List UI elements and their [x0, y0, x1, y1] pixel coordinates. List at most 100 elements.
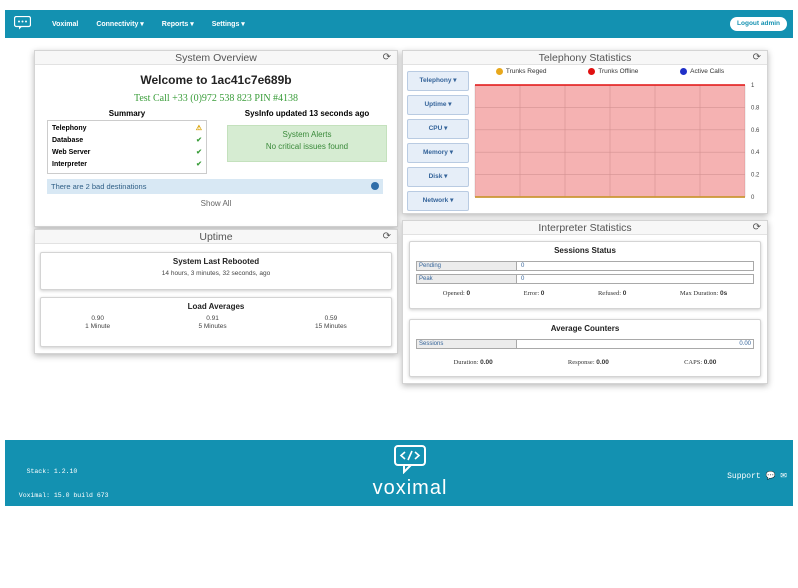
refresh-icon[interactable]: ⟳ — [753, 221, 761, 235]
stat-item: Duration: 0.00 — [454, 359, 493, 366]
summary-list: Telephony ⚠ Database ✔ Web Server ✔ Interpr… — [47, 120, 207, 174]
stat-value: 0 — [540, 290, 545, 297]
nav-settings[interactable]: Settings ▾ — [212, 20, 245, 28]
version-line: FreePBX: 12.0.76.4 — [11, 540, 90, 547]
voximal-logo-icon[interactable] — [14, 16, 31, 30]
chat-icon[interactable]: 💬 — [766, 472, 776, 481]
last-rebooted-box: System Last Rebooted 14 hours, 3 minutes… — [40, 252, 392, 290]
load-average-item: 0.59 15 Minutes — [315, 315, 347, 331]
refresh-icon[interactable]: ⟳ — [753, 51, 761, 65]
welcome-heading: Welcome to 1ac41c7e689b — [140, 73, 292, 87]
stat-value: 0.00 — [596, 359, 609, 366]
legend-label: Trunks Reged — [505, 68, 547, 76]
panel-title: Interpreter Statistics — [538, 222, 632, 234]
uptime-button[interactable]: Uptime ▾ — [407, 95, 469, 115]
logout-button[interactable]: Logout admin — [730, 17, 787, 31]
nav-connectivity[interactable]: Connectivity ▾ — [96, 20, 143, 28]
stat-label: Max Duration: — [679, 290, 719, 297]
support-link[interactable]: Support 💬 ✉ — [727, 471, 787, 481]
mail-icon[interactable]: ✉ — [780, 472, 787, 481]
peak-bar: Peak 0 — [416, 274, 754, 284]
load-value: 0.91 — [206, 315, 219, 322]
stat-value: 0s — [719, 290, 728, 297]
y-tick-label: 0.6 — [751, 128, 760, 134]
nav-reports[interactable]: Reports ▾ — [162, 20, 194, 28]
panel-title: Uptime — [199, 231, 233, 243]
stat-label: Opened: — [442, 290, 465, 297]
bar-value: 0 — [521, 276, 525, 282]
panel-header: Interpreter Statistics ⟳ — [403, 221, 767, 235]
cpu-button[interactable]: CPU ▾ — [407, 119, 469, 139]
uptime-panel: Uptime ⟳ System Last Rebooted 14 hours, … — [34, 229, 398, 354]
panel-header: Telephony Statistics ⟳ — [403, 51, 767, 65]
summary-title: Summary — [108, 109, 146, 118]
stat-label: Response: — [567, 359, 595, 366]
stat-label: Refused: — [597, 290, 622, 297]
y-tick-label: 0.2 — [751, 173, 760, 179]
top-navbar: Voximal Connectivity ▾ Reports ▾ Setting… — [5, 10, 793, 38]
telephony-button[interactable]: Telephony ▾ — [407, 71, 469, 91]
system-alerts-box: System Alerts No critical issues found — [227, 125, 387, 162]
summary-item-label: Database — [52, 137, 84, 144]
y-tick-label: 0 — [751, 195, 755, 201]
summary-item-label: Interpreter — [52, 161, 88, 168]
stat-value: 0 — [466, 290, 471, 297]
legend-dot-icon — [588, 68, 596, 75]
bad-destinations-alert[interactable]: There are 2 bad destinations — [47, 179, 383, 194]
panel-header: System Overview ⟳ — [35, 51, 397, 65]
summary-row: Database ✔ — [52, 135, 202, 147]
y-tick-label: 0.8 — [751, 105, 760, 111]
version-line: Date: 18 Jun 07:06:16 — [11, 564, 113, 571]
load-label: 1 Minute — [85, 323, 111, 330]
disk-button[interactable]: Disk ▾ — [407, 167, 469, 187]
load-averages-title: Load Averages — [187, 302, 245, 311]
check-icon: ✔ — [196, 161, 202, 168]
brand-wordmark: voximal — [372, 477, 448, 499]
sysinfo-section: SysInfo updated 13 seconds ago System Al… — [227, 109, 387, 162]
telephony-statistics-panel: Telephony Statistics ⟳ Telephony ▾ Uptim… — [402, 50, 768, 214]
bar-label: Pending — [417, 262, 517, 270]
sessions-status-box: Sessions Status Pending 0 Peak 0 Opened:… — [409, 241, 761, 309]
network-button[interactable]: Network ▾ — [407, 191, 469, 211]
stat-label: CAPS: — [684, 359, 703, 366]
bar-value: 0.00 — [739, 341, 751, 347]
bad-destinations-text: There are 2 bad destinations — [51, 182, 147, 191]
footer: Stack: 1.2.10 Voximal: 15.0 build 673 As… — [5, 440, 793, 571]
average-stats: Duration: 0.00 Response: 0.00 CAPS: 0.00 — [416, 359, 754, 366]
refresh-icon[interactable]: ⟳ — [383, 230, 391, 244]
version-line: Stack: 1.2.10 — [11, 468, 78, 475]
info-icon[interactable] — [371, 182, 379, 190]
panel-title: Telephony Statistics — [538, 52, 632, 64]
alerts-text: No critical issues found — [265, 142, 349, 151]
stat-item: Opened: 0 — [443, 290, 470, 297]
legend-item: Trunks Offline — [588, 68, 638, 75]
chart-legend: Trunks Reged Trunks Offline Active Calls — [475, 68, 745, 75]
stat-item: Response: 0.00 — [568, 359, 609, 366]
y-tick-label: 1 — [751, 83, 755, 89]
support-label: Support — [727, 472, 761, 481]
legend-item: Trunks Reged — [495, 68, 547, 76]
stat-value: 0.00 — [703, 359, 717, 366]
stat-item: Error: 0 — [524, 290, 545, 297]
telephony-chart: 1 0.8 0.6 0.4 0.2 0 — [474, 83, 760, 201]
load-averages-list: 0.90 1 Minute 0.91 5 Minutes 0.59 15 Minute… — [41, 315, 391, 331]
stat-value: 0.00 — [480, 359, 493, 366]
stats-selector: Telephony ▾ Uptime ▾ CPU ▾ Memory ▾ Disk… — [407, 71, 469, 215]
code-bubble-icon — [394, 445, 426, 475]
legend-label: Active Calls — [690, 68, 725, 76]
version-info: Stack: 1.2.10 Voximal: 15.0 build 673 As… — [11, 452, 113, 588]
legend-label: Trunks Offline — [598, 68, 639, 76]
stat-label: Error: — [523, 290, 540, 297]
interpreter-statistics-panel: Interpreter Statistics ⟳ Sessions Status… — [402, 220, 768, 384]
nav-voximal[interactable]: Voximal — [52, 21, 78, 28]
refresh-icon[interactable]: ⟳ — [383, 51, 391, 65]
sessions-bar: Sessions 0.00 — [416, 339, 754, 349]
load-value: 0.59 — [324, 315, 338, 322]
show-all-link[interactable]: Show All — [35, 199, 397, 208]
check-icon: ✔ — [196, 149, 202, 156]
stat-label: Duration: — [453, 359, 479, 366]
stat-item: Refused: 0 — [598, 290, 626, 297]
legend-dot-icon — [680, 68, 688, 75]
memory-button[interactable]: Memory ▾ — [407, 143, 469, 163]
stat-item: CAPS: 0.00 — [684, 359, 716, 366]
